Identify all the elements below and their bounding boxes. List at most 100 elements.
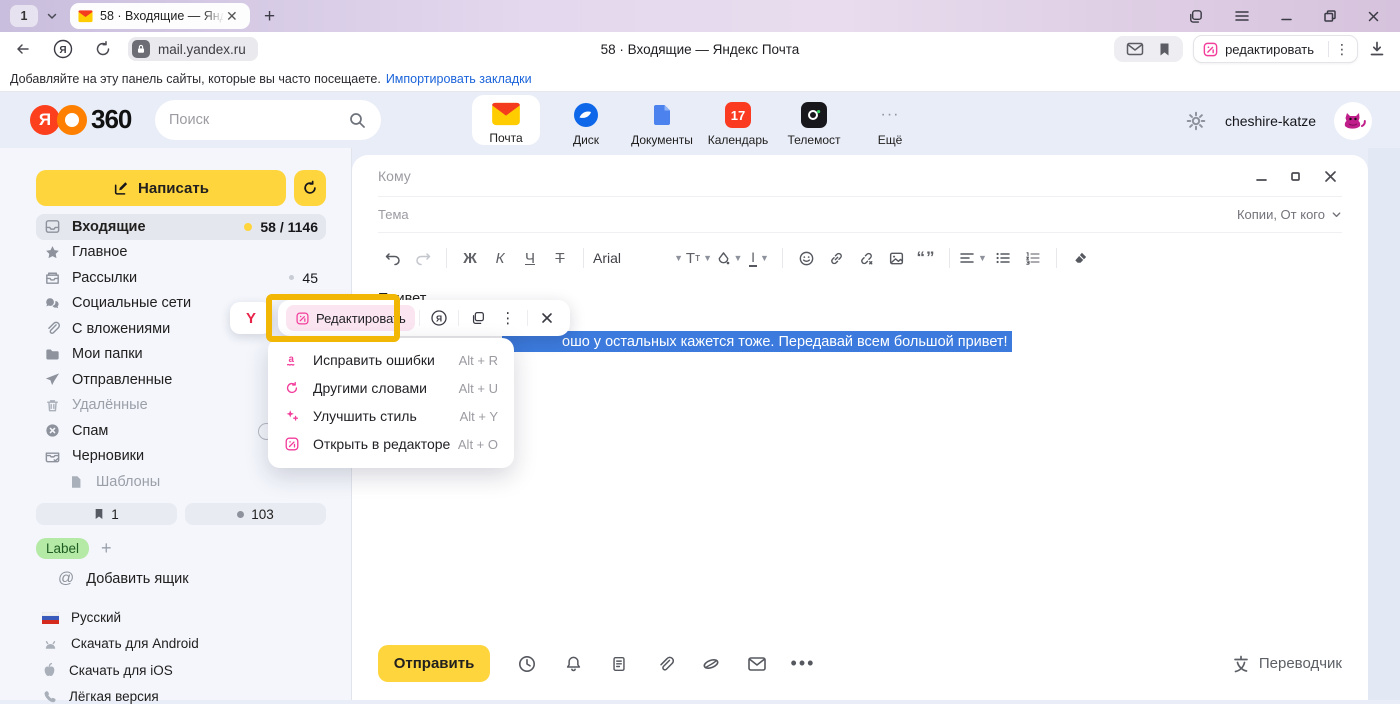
strikethrough-button[interactable]: Т: [546, 244, 574, 272]
numbered-list-icon[interactable]: [1019, 244, 1047, 272]
insert-image-icon[interactable]: [882, 244, 910, 272]
gpt-edit-button[interactable]: Редактировать: [286, 305, 415, 331]
template-note-icon[interactable]: [596, 654, 642, 674]
newsletters-icon: [44, 269, 61, 286]
copy-icon[interactable]: [465, 310, 491, 326]
send-button[interactable]: Отправить: [378, 645, 490, 682]
schedule-send-icon[interactable]: [504, 654, 550, 674]
refresh-button[interactable]: [294, 170, 326, 206]
reminder-bell-icon[interactable]: [550, 654, 596, 674]
app-mail[interactable]: Почта: [472, 95, 540, 145]
app-calendar[interactable]: 17 Календарь: [700, 95, 776, 147]
font-family-select[interactable]: Arial▼: [593, 244, 683, 272]
more-options-icon[interactable]: •••: [780, 653, 826, 674]
search-icon[interactable]: [348, 111, 367, 130]
tab-group-count-button[interactable]: 1: [10, 5, 38, 27]
font-size-select[interactable]: Tт▼: [685, 244, 713, 272]
bookmarked-filter-pill[interactable]: 1: [36, 503, 177, 525]
menu-item-shortcut: Alt + Y: [460, 409, 498, 424]
gpt-more-icon[interactable]: ⋮: [495, 309, 521, 327]
browser-logo-icon[interactable]: Я: [52, 38, 74, 60]
compose-button[interactable]: Написать: [36, 170, 286, 206]
light-version-link[interactable]: Лёгкая версия: [42, 689, 199, 704]
underline-button[interactable]: Ч: [516, 244, 544, 272]
redo-icon[interactable]: [409, 244, 437, 272]
mail-extension-icon[interactable]: [1126, 42, 1144, 56]
selected-text[interactable]: ошо у остальных кажется тоже. Передавай …: [502, 331, 1012, 352]
settings-gear-icon[interactable]: [1185, 110, 1207, 132]
flag-ru-icon: [42, 612, 59, 624]
window-minimize-icon[interactable]: [1280, 10, 1293, 23]
app-docs[interactable]: Документы: [624, 95, 700, 147]
folder-templates[interactable]: Шаблоны: [36, 469, 326, 495]
bullet-list-icon[interactable]: [989, 244, 1017, 272]
add-label-icon[interactable]: +: [101, 538, 112, 559]
url-text: mail.yandex.ru: [158, 42, 246, 57]
language-switcher[interactable]: Русский: [42, 610, 199, 625]
search-placeholder: Поиск: [169, 112, 209, 128]
download-ios-link[interactable]: Скачать для iOS: [42, 662, 199, 678]
muted-dot: [289, 275, 294, 280]
app-telemost[interactable]: Телемост: [776, 95, 852, 147]
bookmark-extension-icon[interactable]: [1158, 42, 1171, 57]
cc-from-toggle[interactable]: Копии, От кого: [1237, 207, 1342, 222]
gpt-close-icon[interactable]: [534, 311, 560, 325]
folder-newsletters[interactable]: Рассылки 45: [36, 265, 326, 291]
menu-item-improve-style[interactable]: Улучшить стиль Alt + Y: [268, 402, 514, 430]
gpt-trigger-button[interactable]: Y: [230, 302, 272, 334]
menu-item-rephrase[interactable]: Другими словами Alt + U: [268, 374, 514, 402]
translator-button[interactable]: Переводчик: [1231, 654, 1342, 674]
attach-from-disk-icon[interactable]: [688, 654, 734, 674]
quote-icon[interactable]: “”: [912, 244, 940, 272]
user-name[interactable]: cheshire-katze: [1225, 113, 1316, 129]
tab-title: 58 · Входящие — Янде: [100, 9, 224, 23]
browser-menu-icon[interactable]: [1234, 9, 1250, 23]
unlink-icon[interactable]: [852, 244, 880, 272]
edit-more-icon[interactable]: ⋮: [1335, 41, 1349, 58]
reload-icon[interactable]: [94, 40, 112, 58]
side-panel-icon[interactable]: [1187, 8, 1204, 25]
bold-button[interactable]: Ж: [456, 244, 484, 272]
avatar[interactable]: [1334, 102, 1372, 140]
subject-field[interactable]: Тема Копии, От кого: [378, 197, 1342, 233]
back-icon[interactable]: [14, 41, 32, 57]
url-field[interactable]: mail.yandex.ru: [128, 37, 258, 61]
import-bookmarks-link[interactable]: Импортировать закладки: [386, 72, 532, 86]
to-field[interactable]: Кому: [378, 155, 1342, 197]
browser-tab-active[interactable]: 58 · Входящие — Янде ✕: [70, 3, 250, 29]
add-mailbox-button[interactable]: @ Добавить ящик: [58, 570, 189, 588]
undo-icon[interactable]: [379, 244, 407, 272]
downloads-icon[interactable]: [1368, 40, 1386, 58]
menu-item-fix-errors[interactable]: а Исправить ошибки Alt + R: [268, 346, 514, 374]
menu-item-open-editor[interactable]: Открыть в редакторе Alt + O: [268, 430, 514, 458]
text-color-select[interactable]: I▼: [745, 244, 773, 272]
eraser-icon[interactable]: [1066, 244, 1094, 272]
window-close-icon[interactable]: [1367, 10, 1380, 23]
new-tab-button[interactable]: +: [264, 7, 275, 26]
italic-button[interactable]: К: [486, 244, 514, 272]
menu-item-shortcut: Alt + R: [459, 353, 498, 368]
link-icon[interactable]: [822, 244, 850, 272]
app-disk[interactable]: Диск: [548, 95, 624, 147]
folder-inbox[interactable]: Входящие 58 / 1146: [36, 214, 326, 240]
tab-close-icon[interactable]: ✕: [226, 8, 238, 25]
attach-file-icon[interactable]: [642, 654, 688, 674]
svg-text:Я: Я: [59, 45, 66, 56]
lock-icon[interactable]: [132, 40, 150, 58]
browser-edit-button[interactable]: редактировать ⋮: [1193, 35, 1358, 63]
unread-filter-pill[interactable]: 103: [185, 503, 326, 525]
label-tag[interactable]: Label: [36, 538, 89, 559]
folder-important[interactable]: Главное: [36, 240, 326, 266]
tab-list-chevron-icon[interactable]: [46, 10, 58, 22]
app-more[interactable]: ··· Ещё: [852, 95, 928, 147]
search-input[interactable]: Поиск: [155, 100, 381, 140]
fill-color-select[interactable]: ▼: [715, 244, 743, 272]
yandex-circle-icon[interactable]: Я: [426, 309, 452, 327]
align-select[interactable]: ▼: [959, 244, 987, 272]
calendar-badge: 17: [725, 102, 751, 128]
attach-from-mail-icon[interactable]: [734, 656, 780, 672]
yandex-360-logo[interactable]: Я 360: [30, 104, 131, 135]
window-restore-icon[interactable]: [1323, 9, 1337, 23]
emoji-icon[interactable]: [792, 244, 820, 272]
download-android-link[interactable]: Скачать для Android: [42, 636, 199, 651]
